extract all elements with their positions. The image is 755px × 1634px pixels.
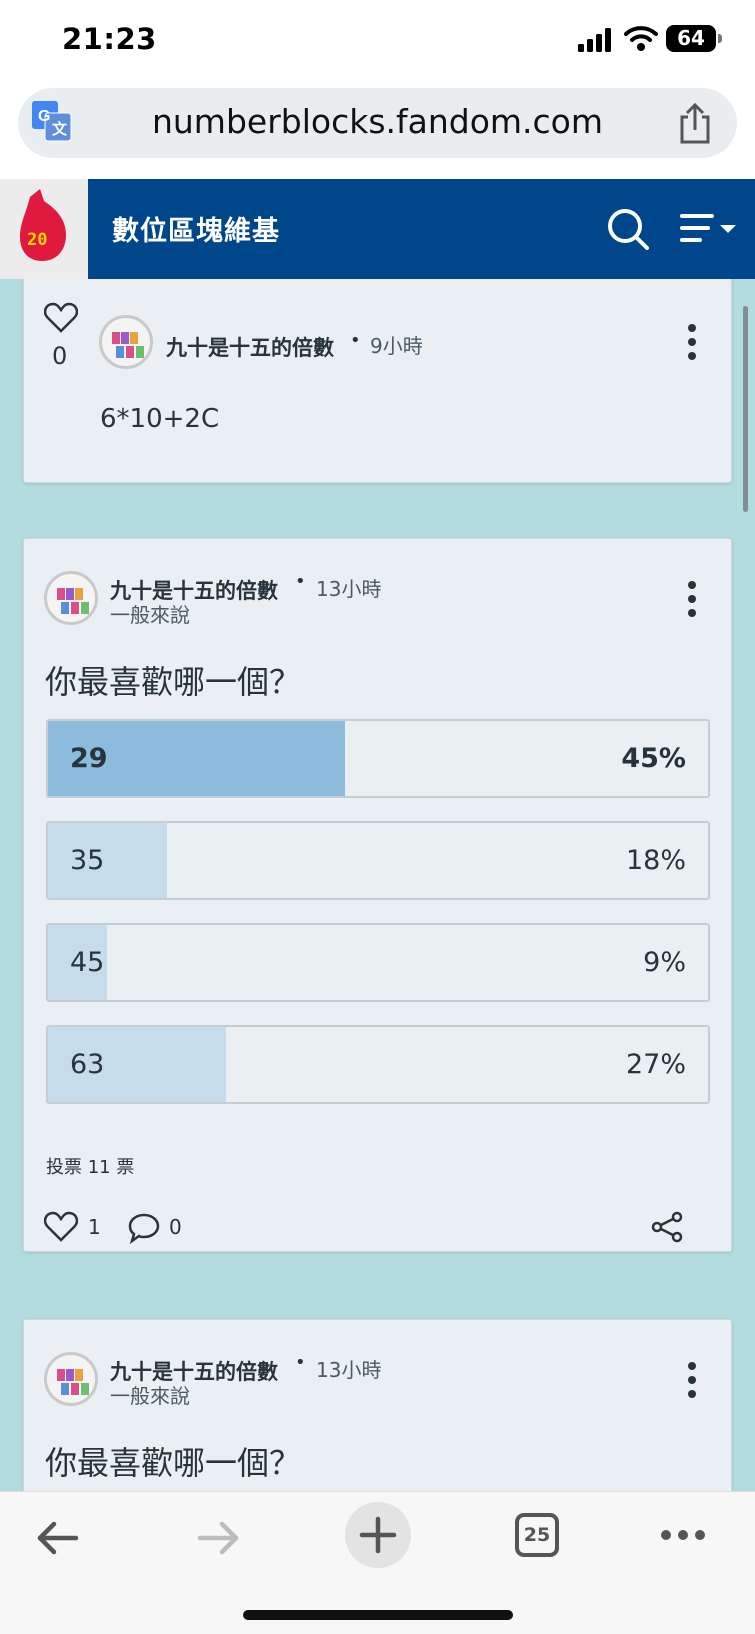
poll-option[interactable]: 35 18% bbox=[46, 821, 710, 900]
logo-text: 20 bbox=[27, 230, 47, 250]
post-category[interactable]: 一般來說 bbox=[110, 1380, 190, 1409]
separator-dot: • bbox=[350, 330, 361, 351]
more-options-icon[interactable] bbox=[686, 324, 698, 360]
battery-icon: 64 bbox=[666, 25, 722, 52]
tab-switcher-button[interactable]: 25 bbox=[515, 1513, 559, 1557]
poll-option-label: 45 bbox=[70, 947, 105, 978]
heart-icon[interactable] bbox=[44, 1211, 78, 1243]
poll-option-percent: 9% bbox=[643, 947, 686, 978]
forward-arrow-icon[interactable] bbox=[194, 1514, 242, 1562]
post-time: 13小時 bbox=[316, 1358, 382, 1382]
scrollbar[interactable] bbox=[743, 306, 748, 512]
more-menu-icon[interactable] bbox=[660, 1529, 706, 1541]
comment-icon[interactable] bbox=[128, 1212, 160, 1244]
author-name[interactable]: 九十是十五的倍數 bbox=[166, 332, 334, 362]
home-indicator bbox=[243, 1610, 513, 1620]
avatar[interactable] bbox=[44, 571, 98, 625]
clock: 21:23 bbox=[62, 22, 157, 56]
post-time: 9小時 bbox=[370, 334, 423, 358]
reply-card: 0 九十是十五的倍數 • 9小時 6*10+2C bbox=[23, 279, 732, 483]
poll-option-percent: 45% bbox=[621, 743, 686, 774]
wiki-header: 20 數位區塊維基 bbox=[0, 179, 755, 279]
poll-option-bar bbox=[48, 823, 167, 898]
poll-post-card[interactable]: 九十是十五的倍數 • 13小時 一般來說 你最喜歡哪一個？ 29 45% 35 … bbox=[23, 538, 732, 1252]
share-icon[interactable] bbox=[650, 1211, 684, 1243]
avatar[interactable] bbox=[44, 1352, 98, 1406]
separator-dot: • bbox=[295, 1352, 306, 1373]
vote-count: 投票 11 票 bbox=[46, 1157, 135, 1178]
url-text[interactable]: numberblocks.fandom.com bbox=[98, 102, 657, 141]
wiki-logo[interactable]: 20 bbox=[0, 179, 88, 279]
poll-option[interactable]: 45 9% bbox=[46, 923, 710, 1002]
heart-icon[interactable] bbox=[44, 302, 78, 334]
site-title[interactable]: 數位區塊維基 bbox=[112, 209, 280, 248]
poll-option-label: 63 bbox=[70, 1049, 105, 1080]
back-arrow-icon[interactable] bbox=[34, 1514, 82, 1562]
like-count: 0 bbox=[52, 342, 68, 370]
new-tab-button[interactable] bbox=[345, 1502, 411, 1568]
poll-title[interactable]: 你最喜歡哪一個？ bbox=[45, 1438, 301, 1484]
like-count: 1 bbox=[88, 1215, 101, 1239]
search-icon[interactable] bbox=[606, 207, 650, 251]
svg-text:G: G bbox=[38, 108, 50, 125]
plus-icon bbox=[359, 1516, 397, 1554]
menu-icon[interactable] bbox=[680, 213, 740, 245]
reply-body: 6*10+2C bbox=[100, 404, 220, 434]
post-time: 13小時 bbox=[316, 577, 382, 601]
cellular-signal-icon bbox=[578, 28, 611, 52]
translate-icon[interactable]: G 文 bbox=[32, 101, 72, 143]
comment-count: 0 bbox=[169, 1215, 182, 1239]
avatar[interactable] bbox=[99, 315, 153, 369]
post-category[interactable]: 一般來說 bbox=[110, 599, 190, 628]
poll-option-percent: 18% bbox=[625, 845, 686, 876]
wifi-icon bbox=[624, 26, 658, 51]
status-bar: 21:23 64 bbox=[0, 0, 755, 80]
svg-text:文: 文 bbox=[52, 120, 68, 138]
poll-option-label: 35 bbox=[70, 845, 105, 876]
poll-option[interactable]: 63 27% bbox=[46, 1025, 710, 1104]
address-bar[interactable]: G 文 numberblocks.fandom.com bbox=[18, 88, 737, 158]
poll-option[interactable]: 29 45% bbox=[46, 719, 710, 798]
feed[interactable]: 0 九十是十五的倍數 • 9小時 6*10+2C 九十是十五的倍數 • 13小時… bbox=[0, 279, 755, 1491]
poll-post-card[interactable]: 九十是十五的倍數 • 13小時 一般來說 你最喜歡哪一個？ bbox=[23, 1319, 732, 1491]
poll-option-percent: 27% bbox=[625, 1049, 686, 1080]
poll-option-label: 29 bbox=[70, 743, 108, 774]
share-icon[interactable] bbox=[677, 102, 713, 144]
more-options-icon[interactable] bbox=[686, 581, 698, 617]
numberblock-20-logo: 20 bbox=[20, 189, 66, 261]
separator-dot: • bbox=[295, 571, 306, 592]
poll-title[interactable]: 你最喜歡哪一個？ bbox=[45, 657, 301, 703]
more-options-icon[interactable] bbox=[686, 1362, 698, 1398]
